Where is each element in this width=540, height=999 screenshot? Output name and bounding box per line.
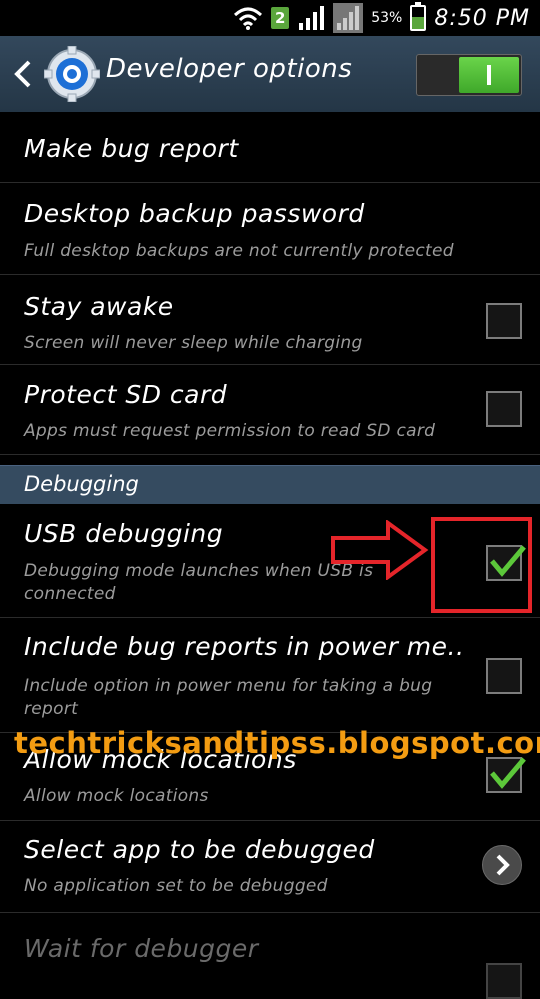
list-item-include-bug-reports[interactable]: Include bug reports in power me.. Includ… — [0, 618, 540, 733]
list-item-select-debug-app[interactable]: Select app to be debugged No application… — [0, 821, 540, 913]
list-item-wait-for-debugger: Wait for debugger — [0, 913, 540, 999]
list-item-summary-line1: Include option in power menu for taking … — [24, 676, 433, 696]
wifi-icon — [234, 7, 263, 30]
signal-icon — [299, 6, 325, 30]
settings-list: Make bug report Desktop backup password … — [0, 112, 540, 455]
status-bar: 2 53% 8:50 PM — [0, 0, 540, 36]
protect-sd-card-checkbox[interactable] — [486, 391, 522, 427]
list-item-label: Make bug report — [24, 134, 239, 163]
red-arrow-annotation — [331, 520, 429, 580]
chevron-right-icon[interactable] — [482, 845, 522, 885]
list-item-label: Protect SD card — [24, 380, 228, 409]
list-item-summary-line1: Debugging mode launches when USB is — [24, 561, 374, 581]
list-item-summary: Apps must request permission to read SD … — [24, 421, 436, 441]
signal-no-service-icon — [333, 3, 364, 33]
gear-icon — [44, 46, 100, 102]
chevron-right-glyph — [496, 854, 510, 876]
list-item-label: Select app to be debugged — [24, 835, 375, 864]
wait-for-debugger-checkbox — [486, 963, 522, 999]
page-title: Developer options — [106, 54, 353, 84]
action-bar: Developer options — [0, 36, 540, 112]
section-header-debugging: Debugging — [0, 465, 540, 504]
switch-thumb — [459, 57, 519, 93]
section-header-label: Debugging — [24, 472, 139, 496]
list-item-summary-line2: connected — [24, 584, 116, 604]
list-item-summary: Allow mock locations — [24, 786, 209, 806]
developer-options-switch[interactable] — [416, 54, 522, 96]
list-item-summary-line2: report — [24, 699, 79, 719]
list-item-protect-sd-card[interactable]: Protect SD card Apps must request permis… — [0, 365, 540, 455]
list-item-label: Include bug reports in power me.. — [24, 632, 465, 661]
sim-badge: 2 — [271, 7, 290, 29]
highlight-box-annotation — [431, 517, 532, 613]
battery-icon — [410, 2, 427, 31]
include-bug-reports-checkbox[interactable] — [486, 658, 522, 694]
clock: 8:50 PM — [434, 5, 530, 31]
list-item-summary: Full desktop backups are not currently p… — [24, 241, 454, 261]
list-item-stay-awake[interactable]: Stay awake Screen will never sleep while… — [0, 275, 540, 365]
list-item-summary: Screen will never sleep while charging — [24, 333, 363, 353]
list-item-make-bug-report[interactable]: Make bug report — [0, 112, 540, 183]
watermark-text: techtricksandtipss.blogspot.com — [14, 726, 540, 760]
list-item-label: Stay awake — [24, 292, 174, 321]
battery-percent: 53% — [371, 10, 403, 26]
list-item-desktop-backup-password[interactable]: Desktop backup password Full desktop bac… — [0, 183, 540, 275]
list-item-label: USB debugging — [24, 519, 224, 548]
stay-awake-checkbox[interactable] — [486, 303, 522, 339]
list-item-label: Desktop backup password — [24, 199, 365, 228]
back-chevron-icon[interactable] — [12, 58, 34, 90]
list-item-label: Wait for debugger — [24, 934, 259, 963]
list-item-summary: No application set to be debugged — [24, 876, 328, 896]
allow-mock-locations-checkbox[interactable] — [486, 757, 526, 793]
